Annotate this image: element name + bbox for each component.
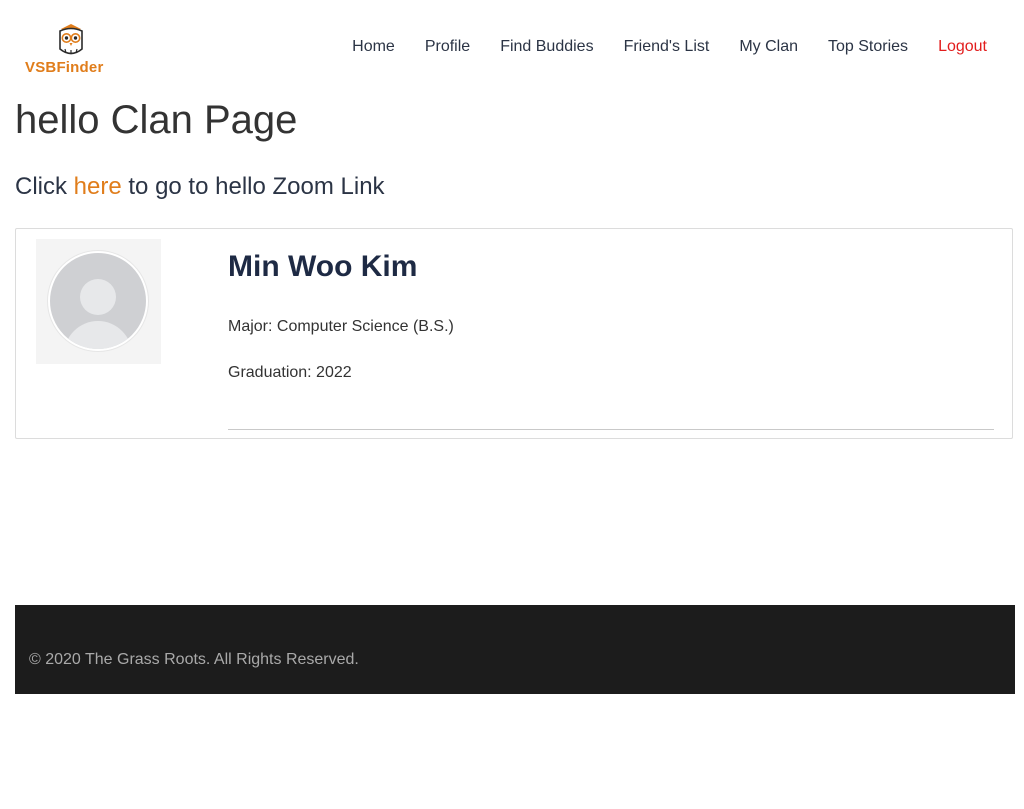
nav-find-buddies[interactable]: Find Buddies <box>500 38 593 56</box>
owl-icon <box>59 24 83 55</box>
nav-my-clan[interactable]: My Clan <box>739 38 798 56</box>
zoom-link-line: Click here to go to hello Zoom Link <box>15 173 385 201</box>
nav-top-stories[interactable]: Top Stories <box>828 38 908 56</box>
member-name: Min Woo Kim <box>228 250 418 283</box>
member-card: Min Woo Kim Major: Computer Science (B.S… <box>15 228 1013 439</box>
zoom-suffix: to go to hello Zoom Link <box>121 173 385 200</box>
zoom-prefix: Click <box>15 173 74 200</box>
footer-copyright: © 2020 The Grass Roots. All Rights Reser… <box>29 651 359 668</box>
member-graduation: Graduation: 2022 <box>228 364 352 381</box>
nav-logout[interactable]: Logout <box>938 38 987 56</box>
nav-home[interactable]: Home <box>352 38 395 56</box>
site-logo[interactable]: VSBFinder <box>24 22 124 78</box>
nav-friends-list[interactable]: Friend's List <box>624 38 710 56</box>
page-title: hello Clan Page <box>15 98 298 142</box>
avatar <box>36 239 161 364</box>
nav-profile[interactable]: Profile <box>425 38 470 56</box>
site-footer: © 2020 The Grass Roots. All Rights Reser… <box>15 605 1015 694</box>
site-header: VSBFinder Home Profile Find Buddies Frie… <box>0 0 1024 95</box>
zoom-link[interactable]: here <box>74 173 122 200</box>
default-avatar-icon <box>48 251 148 351</box>
divider <box>228 429 994 430</box>
logo-text: VSBFinder <box>25 59 104 76</box>
main-nav: Home Profile Find Buddies Friend's List … <box>322 38 987 56</box>
member-major: Major: Computer Science (B.S.) <box>228 318 454 335</box>
